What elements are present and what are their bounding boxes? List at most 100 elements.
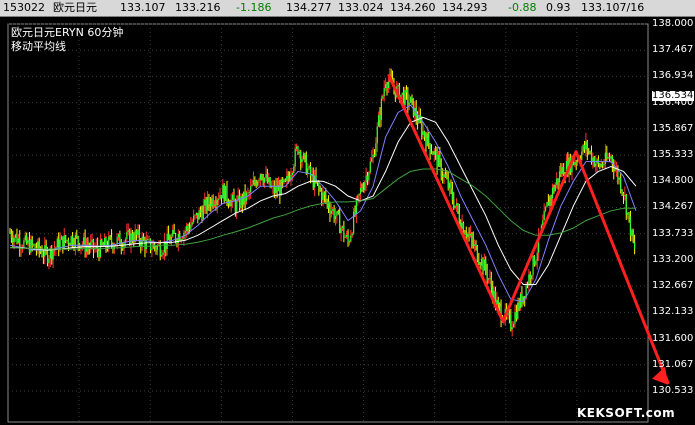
candle-body — [458, 211, 460, 223]
candle-body — [304, 153, 306, 156]
candle-body — [318, 182, 320, 189]
candle-body — [212, 198, 214, 206]
indicator-label: 移动平均线 — [11, 40, 66, 53]
candle-body — [152, 244, 154, 249]
candle-body — [625, 195, 627, 215]
candle-body — [358, 193, 360, 196]
candle-body — [268, 177, 270, 183]
candle-body — [233, 194, 235, 202]
candle-body — [560, 171, 562, 174]
candle-body — [282, 179, 284, 183]
candle-body — [486, 270, 488, 280]
candle-body — [67, 240, 70, 245]
candle-body — [301, 159, 303, 162]
candle-body — [156, 245, 159, 251]
candle-body — [606, 152, 608, 159]
candle-body — [336, 211, 338, 217]
candle-body — [512, 323, 515, 328]
candle-body — [378, 115, 380, 127]
candle-body — [467, 234, 469, 237]
candle-body — [411, 96, 413, 99]
candle-body — [451, 189, 453, 200]
candle-body — [624, 195, 626, 196]
candle-body — [333, 209, 335, 220]
candle-body — [543, 210, 545, 221]
candle-body — [60, 236, 63, 240]
candle-body — [373, 154, 376, 157]
candle-body — [343, 226, 345, 238]
candle-body — [193, 215, 195, 223]
quote-symbol-name: 欧元日元 — [53, 1, 97, 14]
candle-body — [461, 222, 463, 229]
candle-body — [550, 196, 552, 199]
candle-body — [259, 174, 261, 180]
candle-body — [287, 175, 289, 178]
candle-body — [206, 197, 209, 211]
candle-body — [359, 188, 362, 194]
candle-body — [334, 216, 337, 220]
candle-body — [603, 163, 605, 166]
candle-body — [429, 143, 431, 153]
candle-body — [265, 174, 267, 178]
candle-body — [263, 177, 266, 183]
candle-body — [522, 296, 524, 304]
candle-body — [202, 205, 204, 220]
candle-body — [546, 202, 548, 208]
candle-body — [379, 115, 381, 120]
quote-low: 134.277 — [286, 1, 332, 14]
candle-body — [557, 178, 559, 183]
candle-body — [289, 177, 291, 181]
candle-body — [435, 150, 437, 152]
price-tick-label: 131.067 — [652, 358, 694, 370]
candle-body — [351, 233, 353, 236]
candle-body — [298, 151, 300, 154]
candle-body — [255, 182, 257, 186]
candle-body — [405, 90, 408, 93]
candle-body — [119, 234, 121, 246]
candle-body — [17, 238, 19, 243]
candle-body — [365, 175, 367, 183]
candle-body — [190, 224, 192, 230]
candle-body — [215, 204, 217, 206]
candle-body — [480, 258, 483, 266]
candle-body — [316, 182, 319, 183]
candle-body — [31, 239, 33, 245]
candle-body — [631, 229, 633, 236]
candle-body — [622, 193, 625, 196]
candle-body — [135, 230, 138, 235]
price-chart[interactable] — [0, 16, 695, 425]
candle-body — [184, 231, 186, 233]
candle-body — [188, 227, 191, 230]
candle-body — [423, 131, 426, 138]
candle-body — [257, 181, 259, 186]
candle-body — [446, 176, 448, 179]
candle-body — [575, 162, 577, 163]
candle-body — [608, 157, 611, 159]
candle-body — [238, 195, 241, 209]
candle-body — [141, 236, 143, 247]
candle-body — [583, 144, 586, 150]
candle-body — [130, 233, 132, 245]
candle-body — [599, 164, 601, 167]
candle-body — [34, 244, 36, 249]
candle-body — [533, 255, 536, 265]
candle-body — [262, 179, 264, 183]
candle-body — [482, 258, 484, 271]
candle-body — [521, 293, 523, 304]
candle-body — [197, 212, 199, 220]
candle-body — [344, 236, 346, 238]
candle-body — [9, 232, 11, 234]
candle-body — [471, 234, 473, 240]
candle-body — [251, 184, 253, 187]
candle-body — [151, 248, 153, 251]
candle-body — [72, 236, 74, 245]
candle-body — [517, 302, 519, 319]
quote-last: 133.107/16 — [581, 1, 645, 14]
candle-body — [362, 189, 364, 191]
candle-body — [515, 312, 517, 319]
candle-body — [529, 274, 531, 280]
candle-body — [162, 252, 164, 256]
price-tick-label: 131.600 — [652, 332, 694, 344]
candle-body — [27, 240, 29, 244]
candle-body — [366, 175, 369, 181]
